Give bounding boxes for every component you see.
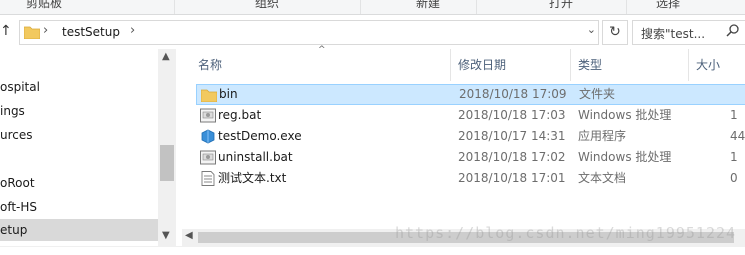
folder-icon bbox=[200, 88, 218, 103]
file-row[interactable]: uninstall.bat 2018/10/18 17:02 Windows 批… bbox=[196, 147, 745, 168]
file-row[interactable]: reg.bat 2018/10/18 17:03 Windows 批处理 1 bbox=[196, 105, 745, 126]
search-placeholder: 搜索"test... bbox=[641, 27, 706, 41]
file-date: 2018/10/18 17:02 bbox=[458, 150, 566, 164]
file-date: 2018/10/17 14:31 bbox=[458, 129, 566, 143]
nav-item[interactable]: oRoot bbox=[0, 172, 158, 194]
file-name: testDemo.exe bbox=[218, 129, 302, 143]
sort-ascending-icon: ^ bbox=[318, 45, 326, 55]
column-header-type[interactable]: 类型 bbox=[578, 49, 602, 81]
file-date: 2018/10/18 17:09 bbox=[459, 87, 567, 101]
address-bar[interactable]: › testSetup › ⌄ bbox=[19, 20, 599, 45]
file-name: reg.bat bbox=[218, 108, 262, 122]
nav-item-selected[interactable]: etup bbox=[0, 219, 158, 241]
breadcrumb-testsetup[interactable]: testSetup bbox=[62, 25, 120, 39]
file-size: 1 bbox=[730, 150, 738, 164]
ribbon-group-select: 选择 bbox=[656, 0, 681, 10]
chevron-right-icon[interactable]: › bbox=[43, 23, 48, 38]
column-divider[interactable] bbox=[688, 49, 689, 81]
ribbon-divider bbox=[626, 0, 627, 14]
search-input[interactable]: 搜索"test... bbox=[632, 20, 745, 45]
file-name: bin bbox=[219, 87, 238, 101]
file-type: 应用程序 bbox=[578, 129, 627, 143]
file-row[interactable]: 测试文本.txt 2018/10/18 17:01 文本文档 0 bbox=[196, 168, 745, 189]
column-divider[interactable] bbox=[450, 49, 451, 81]
file-size: 0 bbox=[730, 171, 738, 185]
text-file-icon bbox=[200, 171, 216, 186]
nav-item[interactable]: ings bbox=[0, 100, 158, 122]
file-list: ^ 名称 修改日期 类型 大小 bin 2018/10/18 17:09 文件夹… bbox=[188, 45, 745, 254]
file-row[interactable]: bin 2018/10/18 17:09 文件夹 bbox=[196, 84, 745, 105]
scroll-left-icon[interactable]: ◀ bbox=[185, 230, 193, 241]
ribbon-group-clipboard: 剪贴板 bbox=[26, 0, 63, 10]
chevron-right-icon[interactable]: › bbox=[130, 23, 135, 38]
file-type: 文本文档 bbox=[578, 171, 627, 185]
file-type: Windows 批处理 bbox=[578, 108, 672, 122]
search-icon[interactable] bbox=[726, 23, 740, 40]
ribbon-group-new: 新建 bbox=[416, 0, 441, 10]
file-size: 440 bbox=[730, 129, 745, 143]
ribbon-divider bbox=[360, 0, 361, 14]
column-header-date[interactable]: 修改日期 bbox=[458, 49, 506, 81]
navigation-pane: ospital ings urces oRoot oft-HS etup ▲ ▼ bbox=[0, 49, 176, 254]
file-row[interactable]: testDemo.exe 2018/10/17 14:31 应用程序 440 bbox=[196, 126, 745, 147]
batch-file-icon bbox=[200, 150, 216, 165]
ribbon-divider bbox=[476, 0, 477, 14]
file-date: 2018/10/18 17:01 bbox=[458, 171, 566, 185]
nav-vertical-scrollbar[interactable]: ▲ ▼ bbox=[158, 49, 176, 254]
nav-item[interactable]: ospital bbox=[0, 76, 158, 98]
ribbon-group-organize: 组织 bbox=[255, 0, 280, 10]
ribbon-divider bbox=[174, 0, 175, 14]
file-type: Windows 批处理 bbox=[578, 150, 672, 164]
file-name: uninstall.bat bbox=[218, 150, 293, 164]
file-size: 1 bbox=[730, 108, 738, 122]
column-header-size[interactable]: 大小 bbox=[696, 49, 720, 81]
file-name: 测试文本.txt bbox=[218, 171, 287, 185]
file-date: 2018/10/18 17:03 bbox=[458, 108, 566, 122]
refresh-button[interactable]: ↻ bbox=[602, 20, 628, 45]
column-header-name[interactable]: 名称 bbox=[198, 49, 222, 81]
nav-item[interactable]: oft-HS bbox=[0, 196, 158, 218]
column-divider[interactable] bbox=[570, 49, 571, 81]
ribbon-group-open: 打开 bbox=[549, 0, 574, 10]
nav-item[interactable]: urces bbox=[0, 124, 158, 146]
up-arrow-icon[interactable]: ↑ bbox=[0, 23, 12, 39]
ribbon-group-labels: 剪贴板 组织 新建 打开 选择 bbox=[0, 0, 745, 15]
scroll-thumb[interactable] bbox=[160, 145, 174, 181]
scroll-thumb[interactable] bbox=[198, 232, 734, 243]
chevron-down-icon[interactable]: ⌄ bbox=[587, 23, 596, 36]
batch-file-icon bbox=[200, 108, 216, 123]
scroll-up-icon[interactable]: ▲ bbox=[162, 51, 170, 62]
address-row: ↑ › testSetup › ⌄ ↻ 搜索"test... bbox=[0, 15, 745, 49]
file-type: 文件夹 bbox=[579, 87, 616, 101]
scroll-down-icon[interactable]: ▼ bbox=[162, 230, 170, 241]
exe-file-icon bbox=[200, 129, 216, 144]
horizontal-scrollbar[interactable]: ◀ bbox=[182, 229, 745, 246]
folder-icon bbox=[23, 25, 41, 42]
